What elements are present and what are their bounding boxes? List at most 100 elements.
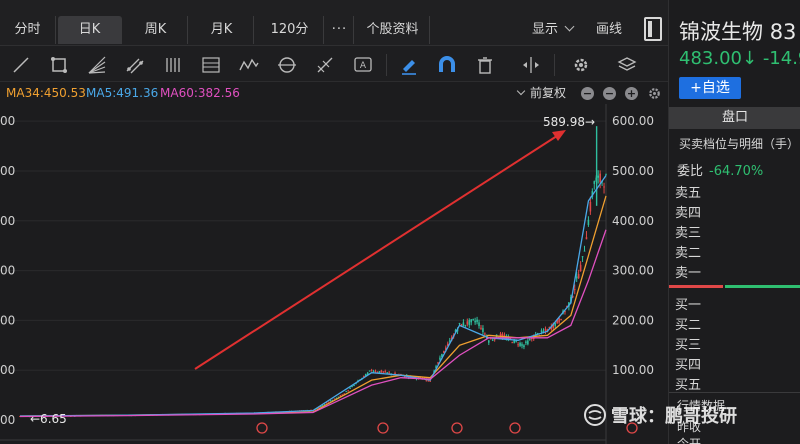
channel-tool-icon[interactable] [124,54,146,76]
tab-120min[interactable]: 120分 [256,16,324,44]
candle-body [484,333,486,335]
candle-body [384,371,387,373]
candle-body [583,250,586,252]
candle-body [466,321,469,325]
chevron-down-icon [564,21,575,32]
ma5-label: MA5:491.36 [86,86,159,100]
zoom-out-button[interactable]: − [581,87,594,100]
candle-body [374,370,377,372]
y-tick-label-left: 00 [0,363,15,377]
chevron-down-icon [516,86,526,96]
trend-arrow-head [552,130,566,141]
collapse-button[interactable]: − [603,87,616,100]
candle-body [372,371,375,373]
candle-body [593,181,596,184]
y-tick-label-left: 00 [0,164,15,178]
candle-body [439,357,441,360]
wave-tool-icon[interactable] [238,54,260,76]
magnet-icon[interactable] [436,54,458,76]
chart-settings-icon[interactable] [647,86,662,101]
candle-body [370,369,373,371]
ask-level: 卖四 [675,206,702,221]
candle-body [462,322,465,326]
bid-level: 买一 [675,298,702,313]
draw-line-button[interactable]: 画线 [596,16,622,44]
line-tool-icon[interactable] [10,54,32,76]
gann-tool-icon[interactable] [314,54,336,76]
pen-tool-icon[interactable] [398,54,420,76]
fan-tool-icon[interactable] [86,54,108,76]
candle-body [470,319,473,323]
kline-chart[interactable]: 00 00 00 00 00 00 00 600.00 500.00 400.00 300.00 2… [0,104,668,444]
candle-body [491,339,494,341]
bid-level: 买三 [675,338,702,353]
candle-body [474,320,476,323]
order-ratio: 委比 -64.70% [677,160,763,179]
panel-toggle-icon[interactable] [644,17,662,41]
candle-body [517,344,519,346]
candle-body [380,370,383,373]
settings-icon[interactable] [570,54,592,76]
candle-body [575,276,578,279]
watermark-text: 雪球：鹏哥投研 [611,406,737,427]
depth-title: 买卖档位与明细（手） [679,137,800,151]
event-markers [256,422,638,434]
fib-tool-icon[interactable] [200,54,222,76]
tab-company-profile[interactable]: 个股资料 [356,16,430,44]
period-tab-bar: 分时 日K 周K 月K 120分 ··· 个股资料 显示 画线 [0,0,668,46]
y-axis-left: 00 00 00 00 00 00 00 [0,114,15,427]
candle-body [519,342,521,346]
event-marker-icon [256,422,268,434]
candle-body [523,345,525,348]
svg-text:A: A [360,61,367,71]
parallel-tool-icon[interactable] [162,54,184,76]
price-change: -14.9 [762,48,800,69]
candle-body [577,274,580,279]
candle-body [599,173,601,183]
ask-level: 卖三 [675,226,702,241]
panel-title[interactable]: 盘口 [669,107,800,129]
cycle-tool-icon[interactable] [276,54,298,76]
ask-level: 卖五 [675,186,702,201]
layers-icon[interactable] [616,54,638,76]
candle-body [544,328,547,331]
stock-price: 483.00↓ -14.9 [679,48,800,69]
ma-line-ma60 [19,229,607,418]
candle-body [488,340,490,343]
candle-body [581,256,584,258]
high-price-label: 589.98→ [543,115,595,129]
quote-panel: 锦波生物 83 483.00↓ -14.9 +自选 盘口 买卖档位与明细（手） … [668,0,800,444]
measure-icon[interactable] [520,54,542,76]
ma34-label: MA34:450.53 [6,86,86,100]
trash-icon[interactable] [474,54,496,76]
tab-weekly-k[interactable]: 周K [124,16,188,44]
candle-body [605,174,607,176]
stock-name: 锦波生物 83 [679,16,796,46]
y-tick-label-left: 00 [0,313,15,327]
add-watchlist-button[interactable]: +自选 [679,77,741,99]
y-axis-right: 600.00 500.00 400.00 300.00 200.00 100.00 [612,114,654,377]
text-tool-icon[interactable]: A [352,54,374,76]
tab-intraday[interactable]: 分时 [0,16,56,44]
tab-monthly-k[interactable]: 月K [190,16,254,44]
candle-body [521,344,523,346]
price-adjust-select[interactable]: 前复权 [516,82,566,104]
y-tick-label-left: 00 [0,264,15,278]
tab-daily-k[interactable]: 日K [58,16,122,44]
more-tabs-button[interactable]: ··· [326,16,354,44]
order-ratio-label: 委比 [677,164,704,179]
bid-level: 买四 [675,358,702,373]
display-menu[interactable]: 显示 [532,16,575,44]
candle-body [472,319,474,321]
y-tick-label: 400.00 [612,214,654,228]
candle-body [529,338,531,341]
candle-body [476,319,478,322]
rect-tool-icon[interactable] [48,54,70,76]
xueqiu-logo [584,404,606,426]
zoom-in-button[interactable]: + [625,87,638,100]
candle-body [515,340,517,342]
candle-body [478,322,480,326]
ma-line-ma5 [19,175,607,417]
ask-level: 卖二 [675,246,702,261]
y-tick-label-left: 00 [0,214,15,228]
